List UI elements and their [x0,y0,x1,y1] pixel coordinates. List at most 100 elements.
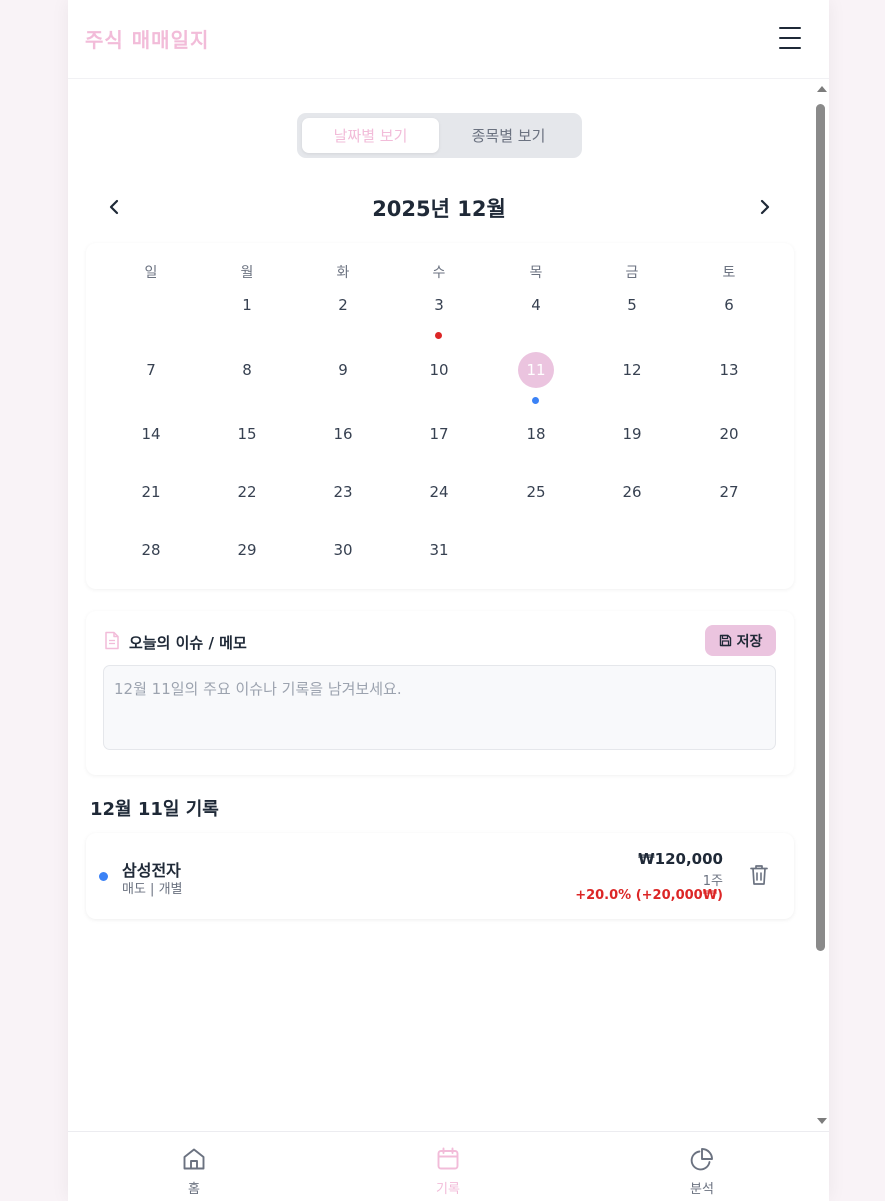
calendar-day[interactable]: 12 [612,352,652,388]
calendar-day-number: 1 [242,296,252,314]
records-heading: 12월 11일 기록 [90,799,219,820]
next-month-button[interactable] [753,195,777,219]
calendar-day[interactable]: 19 [612,416,652,452]
chevron-right-icon [760,199,770,215]
app-window: 주식 매매일지 날짜별 보기 종목별 보기 2025년 12월 일 월 화 수 … [68,0,829,1201]
calendar-day-number: 24 [429,483,449,501]
scroll-down-arrow[interactable] [817,1118,827,1124]
calendar-day[interactable]: 24 [419,474,459,510]
calendar-day-number: 23 [333,483,353,501]
calendar-day-number: 26 [622,483,642,501]
by-stock-view-button[interactable]: 종목별 보기 [440,118,577,153]
calendar-day[interactable]: 10 [419,352,459,388]
calendar-day[interactable]: 25 [516,474,556,510]
calendar-day[interactable]: 9 [323,352,363,388]
weekday-label: 수 [432,265,446,281]
calendar-day[interactable]: 3 [419,287,459,339]
calendar-day-number: 14 [141,425,161,443]
tab-analysis[interactable]: 분석 [627,1132,777,1201]
trade-marker-dot [532,397,539,404]
calendar-day-number: 16 [333,425,353,443]
calendar-day-number: 8 [242,361,252,379]
calendar-day[interactable]: 11 [516,352,556,404]
calendar-day[interactable]: 27 [709,474,749,510]
app-header: 주식 매매일지 [68,0,829,79]
save-button-label: 저장 [736,633,763,650]
calendar-day-number: 28 [141,541,161,559]
delete-record-button[interactable] [748,863,772,889]
calendar-day-number: 27 [719,483,739,501]
weekday-label: 월 [240,265,254,281]
calendar-icon [437,1147,459,1170]
calendar-day-number: 12 [622,361,642,379]
calendar-day-number: 21 [141,483,161,501]
calendar-day[interactable]: 5 [612,287,652,323]
calendar-day[interactable]: 1 [227,287,267,323]
tab-home-label: 홈 [188,1182,200,1197]
memo-title: 오늘의 이슈 / 메모 [129,634,247,652]
calendar-day[interactable]: 6 [709,287,749,323]
memo-card: 오늘의 이슈 / 메모 저장 [86,611,794,775]
calendar-day[interactable]: 31 [419,532,459,568]
calendar-day[interactable]: 18 [516,416,556,452]
trade-quantity: 1주 [702,874,723,889]
memo-textarea[interactable] [103,665,776,750]
pie-chart-icon [690,1148,713,1171]
trade-profit: +20.0% (+20,000₩) [575,888,723,903]
by-date-view-button[interactable]: 날짜별 보기 [302,118,439,153]
home-icon [183,1148,205,1170]
calendar-day-number: 17 [429,425,449,443]
calendar-day[interactable]: 13 [709,352,749,388]
calendar-day[interactable]: 2 [323,287,363,323]
calendar-day-number: 19 [622,425,642,443]
save-icon [719,634,731,647]
calendar-day[interactable]: 29 [227,532,267,568]
calendar-day[interactable]: 30 [323,532,363,568]
calendar-day[interactable]: 22 [227,474,267,510]
view-toggle: 날짜별 보기 종목별 보기 [297,113,582,158]
trade-marker-dot [435,332,442,339]
calendar-day-number: 6 [724,296,734,314]
calendar-day-number: 4 [531,296,541,314]
calendar-day[interactable]: 4 [516,287,556,323]
calendar-grid: 일 월 화 수 목 금 토 1 2 3 4 5 6 7 8 9 10 11 12 13 14 15 16 17 18 19 20 21… [86,243,794,589]
tab-home[interactable]: 홈 [119,1132,269,1201]
calendar-day[interactable]: 17 [419,416,459,452]
calendar-day[interactable]: 23 [323,474,363,510]
tab-record-label: 기록 [436,1182,460,1197]
trade-type: 매도 | 개별 [122,882,183,897]
main-content[interactable]: 날짜별 보기 종목별 보기 2025년 12월 일월화수목금토123456789… [68,79,829,1131]
calendar-day[interactable]: 21 [131,474,171,510]
calendar-day-number: 10 [429,361,449,379]
calendar-day[interactable]: 14 [131,416,171,452]
calendar-day[interactable]: 15 [227,416,267,452]
calendar-day-number: 30 [333,541,353,559]
menu-icon [779,27,801,29]
document-icon [105,631,119,650]
calendar-day-number: 20 [719,425,739,443]
tab-record[interactable]: 기록 [373,1132,523,1201]
calendar-day-number: 29 [237,541,257,559]
scroll-up-arrow[interactable] [817,86,827,92]
calendar-day[interactable]: 28 [131,532,171,568]
month-navigation: 2025년 12월 [68,189,829,225]
calendar-day-number: 2 [338,296,348,314]
menu-icon-line [779,37,801,39]
weekday-label: 토 [722,265,736,281]
trade-amount: ₩120,000 [638,850,723,868]
calendar-day[interactable]: 20 [709,416,749,452]
vertical-scrollbar[interactable] [813,80,829,1130]
calendar-day[interactable]: 8 [227,352,267,388]
tab-analysis-label: 분석 [690,1182,714,1197]
save-button[interactable]: 저장 [705,625,776,656]
trade-record-card[interactable]: 삼성전자 매도 | 개별 ₩120,000 1주 +20.0% (+20,000… [86,833,794,919]
calendar-day[interactable]: 26 [612,474,652,510]
calendar-day[interactable]: 7 [131,352,171,388]
month-title: 2025년 12월 [372,197,506,221]
calendar-day-number: 15 [237,425,257,443]
bottom-navigation: 홈 기록 분석 [68,1131,829,1201]
weekday-label: 화 [336,265,350,281]
calendar-day[interactable]: 16 [323,416,363,452]
scrollbar-thumb[interactable] [816,104,825,951]
hamburger-menu-button[interactable] [776,25,804,51]
